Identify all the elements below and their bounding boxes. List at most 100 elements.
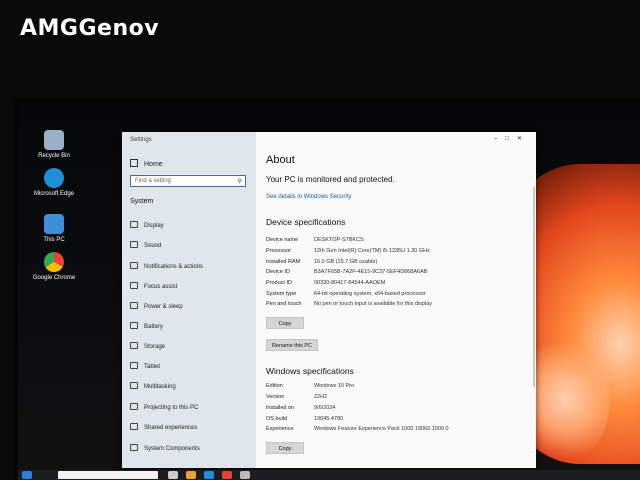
taskbar-search-input[interactable] (58, 471, 158, 479)
computer-icon (44, 214, 64, 234)
watermark-text: AMGGenov (20, 16, 160, 41)
page-title: About (266, 154, 295, 166)
settings-window: Settings Home Find a setting ⚲ System Di… (122, 132, 536, 468)
spec-value: Windows 10 Pro (314, 383, 355, 389)
file-explorer-icon[interactable] (186, 471, 196, 479)
sidebar-item-display[interactable]: Display (128, 221, 252, 235)
spec-row: Experience Windows Feature Experience Pac… (266, 426, 526, 436)
sidebar-item-storage[interactable]: Storage (128, 342, 252, 356)
sidebar-item-shared-experiences[interactable]: Shared experiences (128, 423, 252, 437)
window-controls[interactable]: –□✕ (494, 135, 530, 142)
window-title: Settings (130, 137, 152, 143)
multitasking-icon (130, 382, 138, 389)
sidebar-item-multitasking[interactable]: Multitasking (128, 382, 252, 396)
sidebar-item-system-components[interactable]: System Components (128, 444, 252, 458)
spec-key: Installed on (266, 405, 295, 411)
desktop-icon-label: This PC (43, 237, 65, 243)
minimize-icon[interactable]: – (494, 136, 505, 142)
copy-windows-button[interactable]: Copy (266, 442, 304, 454)
sidebar-home[interactable]: Home (130, 159, 163, 168)
sidebar-item-notifications[interactable]: Notifications & actions (128, 262, 252, 276)
spec-row: Product ID 00330-80417-84544-AAOEM (266, 280, 526, 290)
sidebar-item-label: Display (144, 223, 164, 229)
sidebar-item-sound[interactable]: Sound (128, 241, 252, 255)
sidebar-item-power[interactable]: Power & sleep (128, 302, 252, 316)
sidebar-item-tablet[interactable]: Tablet (128, 362, 252, 376)
spec-value: B3A7F65B-7A2F-4E15-9C37-5EF4D868A6AB (314, 269, 428, 275)
close-icon[interactable]: ✕ (517, 136, 530, 142)
start-icon[interactable] (22, 471, 32, 479)
rename-pc-button[interactable]: Rename this PC (266, 339, 318, 351)
settings-gear-icon[interactable] (240, 471, 250, 479)
spec-key: Edition (266, 383, 283, 389)
spec-value: 64-bit operating system, x64-based proce… (314, 291, 426, 297)
sidebar-item-label: Storage (144, 344, 166, 350)
spec-value: 16.0 GB (15.7 GB usable) (314, 259, 378, 265)
sidebar-item-label: System Components (144, 446, 200, 452)
search-icon: ⚲ (237, 179, 242, 185)
spec-row: Installed RAM 16.0 GB (15.7 GB usable) (266, 259, 526, 269)
device-specs-heading: Device specifications (266, 217, 346, 227)
display-icon (130, 221, 138, 228)
spec-value: 9/6/2024 (314, 405, 336, 411)
sidebar-item-focus-assist[interactable]: Focus assist (128, 282, 252, 296)
desktop-icon-this-pc[interactable]: This PC (24, 214, 84, 243)
spec-row: Edition Windows 10 Pro (266, 383, 526, 393)
sidebar-home-label: Home (144, 161, 163, 168)
sidebar-item-label: Projecting to this PC (144, 405, 199, 411)
spec-key: Installed RAM (266, 259, 301, 265)
spec-row: System type 64-bit operating system, x64-… (266, 291, 526, 301)
spec-value: 19045.4780 (314, 416, 344, 422)
sidebar-item-label: Power & sleep (144, 304, 183, 310)
copy-device-button[interactable]: Copy (266, 317, 304, 329)
desktop-icon-edge[interactable]: Microsoft Edge (24, 168, 84, 197)
task-view-icon[interactable] (168, 471, 178, 479)
sidebar-item-label: Focus assist (144, 284, 178, 290)
spec-key: Version (266, 394, 285, 400)
recycle-bin-icon (44, 130, 64, 150)
spec-key: Pen and touch (266, 301, 302, 307)
security-link[interactable]: See details in Windows Security (266, 194, 351, 200)
desktop-icon-label: Microsoft Edge (33, 191, 75, 197)
desktop-icon-chrome[interactable]: Google Chrome (24, 252, 84, 281)
storage-icon (130, 342, 138, 349)
settings-main: –□✕ About Your PC is monitored and prote… (256, 132, 536, 468)
settings-sidebar: Settings Home Find a setting ⚲ System Di… (122, 132, 256, 468)
sidebar-section-title: System (130, 198, 154, 205)
chrome-icon (44, 252, 64, 272)
spec-key: Experience (266, 426, 294, 432)
taskbar (18, 470, 640, 480)
sidebar-item-label: Multitasking (144, 384, 176, 390)
sidebar-item-label: Shared experiences (144, 425, 198, 431)
settings-search-input[interactable]: Find a setting ⚲ (130, 175, 246, 187)
sidebar-item-battery[interactable]: Battery (128, 322, 252, 336)
spec-key: Device ID (266, 269, 290, 275)
spec-key: Device name (266, 237, 299, 243)
components-icon (130, 444, 138, 451)
tablet-icon (130, 362, 138, 369)
edge-icon[interactable] (204, 471, 214, 479)
spec-value: DESKTOP-S7BKCS (314, 237, 364, 243)
spec-key: Product ID (266, 280, 292, 286)
spec-value: 00330-80417-84544-AAOEM (314, 280, 386, 286)
windows-specs-heading: Windows specifications (266, 366, 354, 376)
spec-row: Pen and touch No pen or touch input is av… (266, 301, 526, 311)
scrollbar[interactable] (533, 187, 535, 387)
desktop-icon-recycle-bin[interactable]: Recycle Bin (24, 130, 84, 159)
chrome-icon[interactable] (222, 471, 232, 479)
spec-value: 22H2 (314, 394, 328, 400)
maximize-icon[interactable]: □ (505, 136, 517, 142)
sound-icon (130, 241, 138, 248)
protection-status: Your PC is monitored and protected. (266, 175, 395, 184)
sidebar-item-projecting[interactable]: Projecting to this PC (128, 403, 252, 417)
spec-value: 12th Gen Intel(R) Core(TM) i5-1235U 1.30… (314, 248, 430, 254)
spec-row: Device name DESKTOP-S7BKCS (266, 237, 526, 247)
spec-value: Windows Feature Experience Pack 1000.190… (314, 426, 449, 432)
spec-key: System type (266, 291, 297, 297)
edge-icon (44, 168, 64, 188)
desktop-icon-label: Google Chrome (32, 275, 76, 281)
spec-row: Version 22H2 (266, 394, 526, 404)
focus-assist-icon (130, 282, 138, 289)
spec-row: Processor 12th Gen Intel(R) Core(TM) i5-1… (266, 248, 526, 258)
sidebar-item-label: Battery (144, 324, 164, 330)
